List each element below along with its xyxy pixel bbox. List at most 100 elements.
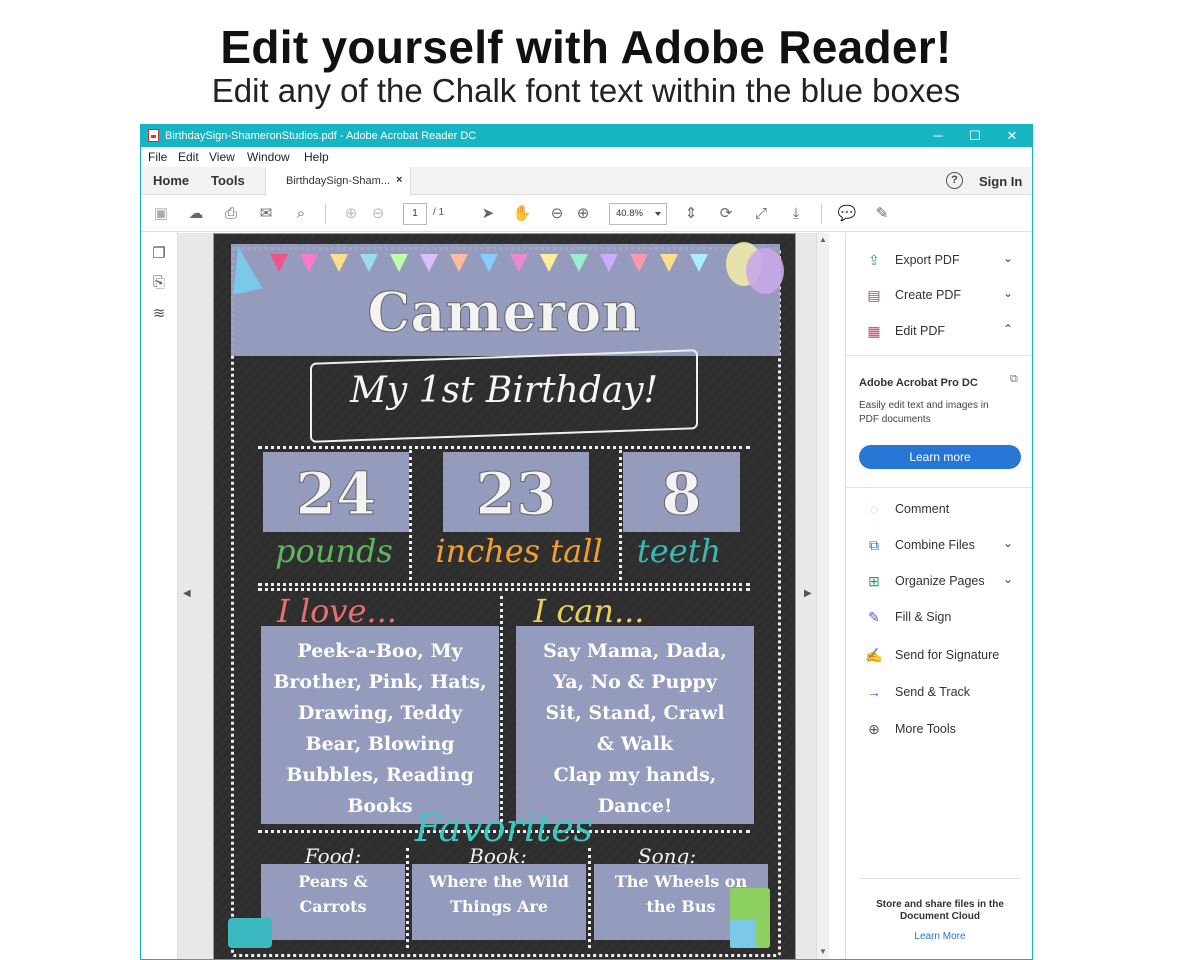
banner-text: My 1st Birthday!	[349, 370, 659, 411]
tab-tools[interactable]: Tools	[211, 173, 245, 188]
menu-help[interactable]: Help	[304, 150, 329, 164]
stat-value-2: 23	[475, 460, 557, 529]
learn-more-button[interactable]: Learn more	[859, 445, 1021, 469]
hero-subtitle: Edit any of the Chalk font text within t…	[211, 72, 961, 109]
hero-title: Edit yourself with Adobe Reader!	[220, 21, 952, 73]
cloud-text-1: Store and share files in the	[876, 899, 1004, 910]
close-button[interactable]: ✕	[994, 126, 1030, 146]
minimize-button[interactable]: ─	[920, 126, 956, 146]
zoom-out-icon[interactable]: ⊖	[547, 204, 567, 224]
stat-label-1: pounds	[275, 532, 393, 570]
cloud-text-2: Document Cloud	[900, 911, 980, 922]
sign-in-button[interactable]: Sign In	[979, 174, 1022, 189]
gift-graphic-2	[730, 920, 756, 948]
chevron-down-icon[interactable]: ⌄	[1003, 286, 1013, 300]
export-pdf-icon: ⇪	[868, 252, 880, 268]
attachments-icon[interactable]: ⎘	[150, 274, 168, 292]
tab-bar: Home Tools BirthdaySign-Sham... × ? Sign…	[141, 167, 1032, 196]
tool-organize-pages[interactable]: ⊞ Organize Pages ⌄	[865, 571, 1025, 593]
vertical-scrollbar[interactable]: ▲ ▼	[816, 233, 829, 959]
fill-sign-icon: ✎	[868, 609, 880, 625]
pdf-file-icon	[148, 129, 159, 142]
tab-document[interactable]: BirthdaySign-Sham... ×	[265, 167, 411, 196]
stat-value-1: 24	[295, 460, 377, 529]
toolbar: ▣ ☁ ⎙ ✉ ⌕ ⊕ ⊖ 1 / 1 ➤ ✋ ⊖ ⊕ 40.8% ⇕ ⟳ ⤢ …	[141, 196, 1032, 232]
tool-more-tools[interactable]: ⊕ More Tools	[865, 719, 1025, 741]
scroll-mode-icon[interactable]: ⤓	[786, 204, 806, 224]
title-bar[interactable]: BirthdaySign-ShameronStudios.pdf - Adobe…	[141, 125, 1032, 147]
love-text: Peek-a-Boo, My Brother, Pink, Hats, Drawin…	[273, 640, 487, 817]
fit-page-icon[interactable]: ⇕	[681, 204, 701, 224]
right-tools-pane: ⇪ Export PDF ⌄ ▤ Create PDF ⌄ ▦ Edit PDF…	[845, 233, 1032, 959]
edit-pdf-icon: ▦	[867, 323, 881, 339]
menu-bar: File Edit View Window Help	[141, 147, 1032, 167]
maximize-button[interactable]: ☐	[957, 126, 993, 146]
window-title: BirthdaySign-ShameronStudios.pdf - Adobe…	[165, 130, 477, 142]
layers-icon[interactable]: ≋	[150, 304, 168, 322]
menu-edit[interactable]: Edit	[178, 150, 199, 164]
tool-create-pdf[interactable]: ▤ Create PDF ⌄	[865, 285, 1025, 307]
can-text: Say Mama, Dada, Ya, No & Puppy Sit, Stand,…	[543, 640, 727, 817]
hero-banner: Edit yourself with Adobe Reader! Edit an…	[0, 0, 1200, 122]
tool-send-track[interactable]: → Send & Track	[865, 682, 1025, 704]
acrobat-window: BirthdaySign-ShameronStudios.pdf - Adobe…	[140, 124, 1033, 960]
name-text: Cameron	[367, 280, 641, 345]
help-icon[interactable]: ?	[946, 172, 963, 189]
select-cursor-icon[interactable]: ➤	[478, 204, 498, 224]
tab-home[interactable]: Home	[153, 173, 189, 188]
tool-fill-sign[interactable]: ✎ Fill & Sign	[865, 607, 1025, 629]
save-icon[interactable]: ▣	[151, 204, 171, 224]
pdf-page: Cameron My 1st Birthday! 24 23 8 pounds …	[213, 233, 796, 959]
page-total: / 1	[433, 207, 445, 218]
menu-file[interactable]: File	[148, 150, 167, 164]
tool-export-pdf[interactable]: ⇪ Export PDF ⌄	[865, 250, 1025, 272]
menu-window[interactable]: Window	[247, 150, 290, 164]
email-icon[interactable]: ✉	[256, 204, 276, 224]
tool-comment[interactable]: ◌ Comment	[865, 499, 1025, 521]
left-navigation-rail: ❐ ⎘ ≋	[141, 233, 178, 959]
fav-text-book: Where the Wild Things Are	[429, 872, 569, 916]
page-number-input[interactable]: 1	[403, 203, 427, 225]
chevron-down-icon[interactable]: ⌄	[1003, 251, 1013, 265]
combine-files-icon: ⧉	[869, 537, 879, 553]
previous-page-icon[interactable]: ⊕	[341, 204, 361, 224]
collapse-left-icon[interactable]: ◀	[183, 588, 191, 599]
next-page-icon[interactable]: ⊖	[368, 204, 388, 224]
promo-text-2: PDF documents	[859, 414, 931, 425]
organize-pages-icon: ⊞	[868, 573, 880, 589]
tool-edit-pdf[interactable]: ▦ Edit PDF ⌃	[865, 321, 1025, 343]
more-tools-icon: ⊕	[868, 721, 880, 737]
full-screen-icon[interactable]: ⤢	[751, 204, 771, 224]
hand-tool-icon[interactable]: ✋	[512, 204, 532, 224]
copy-icon[interactable]: ⧉	[1010, 373, 1018, 386]
promo-text-1: Easily edit text and images in	[859, 400, 989, 411]
document-viewer[interactable]: ◀ ▶ ▲ ▼ Cameron My 1st Birthday! 24 23 8…	[178, 233, 829, 959]
print-icon[interactable]: ⎙	[221, 204, 241, 224]
cloud-learn-more-link[interactable]: Learn More	[859, 931, 1021, 942]
zoom-select[interactable]: 40.8%	[609, 203, 667, 225]
send-track-icon: →	[867, 684, 881, 700]
zoom-in-icon[interactable]: ⊕	[573, 204, 593, 224]
stat-value-3: 8	[661, 460, 702, 529]
signature-icon: ✍	[865, 647, 883, 663]
tab-close-icon[interactable]: ×	[396, 174, 402, 186]
tool-combine-files[interactable]: ⧉ Combine Files ⌄	[865, 535, 1025, 557]
chevron-down-icon[interactable]: ⌄	[1003, 572, 1013, 586]
highlight-pen-icon[interactable]: ✎	[872, 204, 892, 224]
search-icon[interactable]: ⌕	[291, 204, 311, 224]
comment-icon[interactable]: 💬	[837, 204, 857, 224]
expand-right-icon[interactable]: ▶	[804, 588, 812, 599]
menu-view[interactable]: View	[209, 150, 235, 164]
fav-text-food: Pears & Carrots	[298, 872, 368, 916]
upload-cloud-icon[interactable]: ☁	[186, 204, 206, 224]
cake-graphic	[228, 918, 272, 948]
chevron-down-icon[interactable]: ⌄	[1003, 536, 1013, 550]
tool-send-for-signature[interactable]: ✍ Send for Signature	[865, 645, 1025, 667]
comment-icon: ◌	[869, 501, 879, 517]
tab-document-label: BirthdaySign-Sham...	[286, 175, 390, 187]
rotate-icon[interactable]: ⟳	[716, 204, 736, 224]
can-title: I can...	[533, 592, 645, 630]
page-thumbnails-icon[interactable]: ❐	[150, 244, 168, 262]
balloon-graphic-2	[746, 248, 784, 294]
chevron-up-icon[interactable]: ⌃	[1003, 322, 1013, 336]
